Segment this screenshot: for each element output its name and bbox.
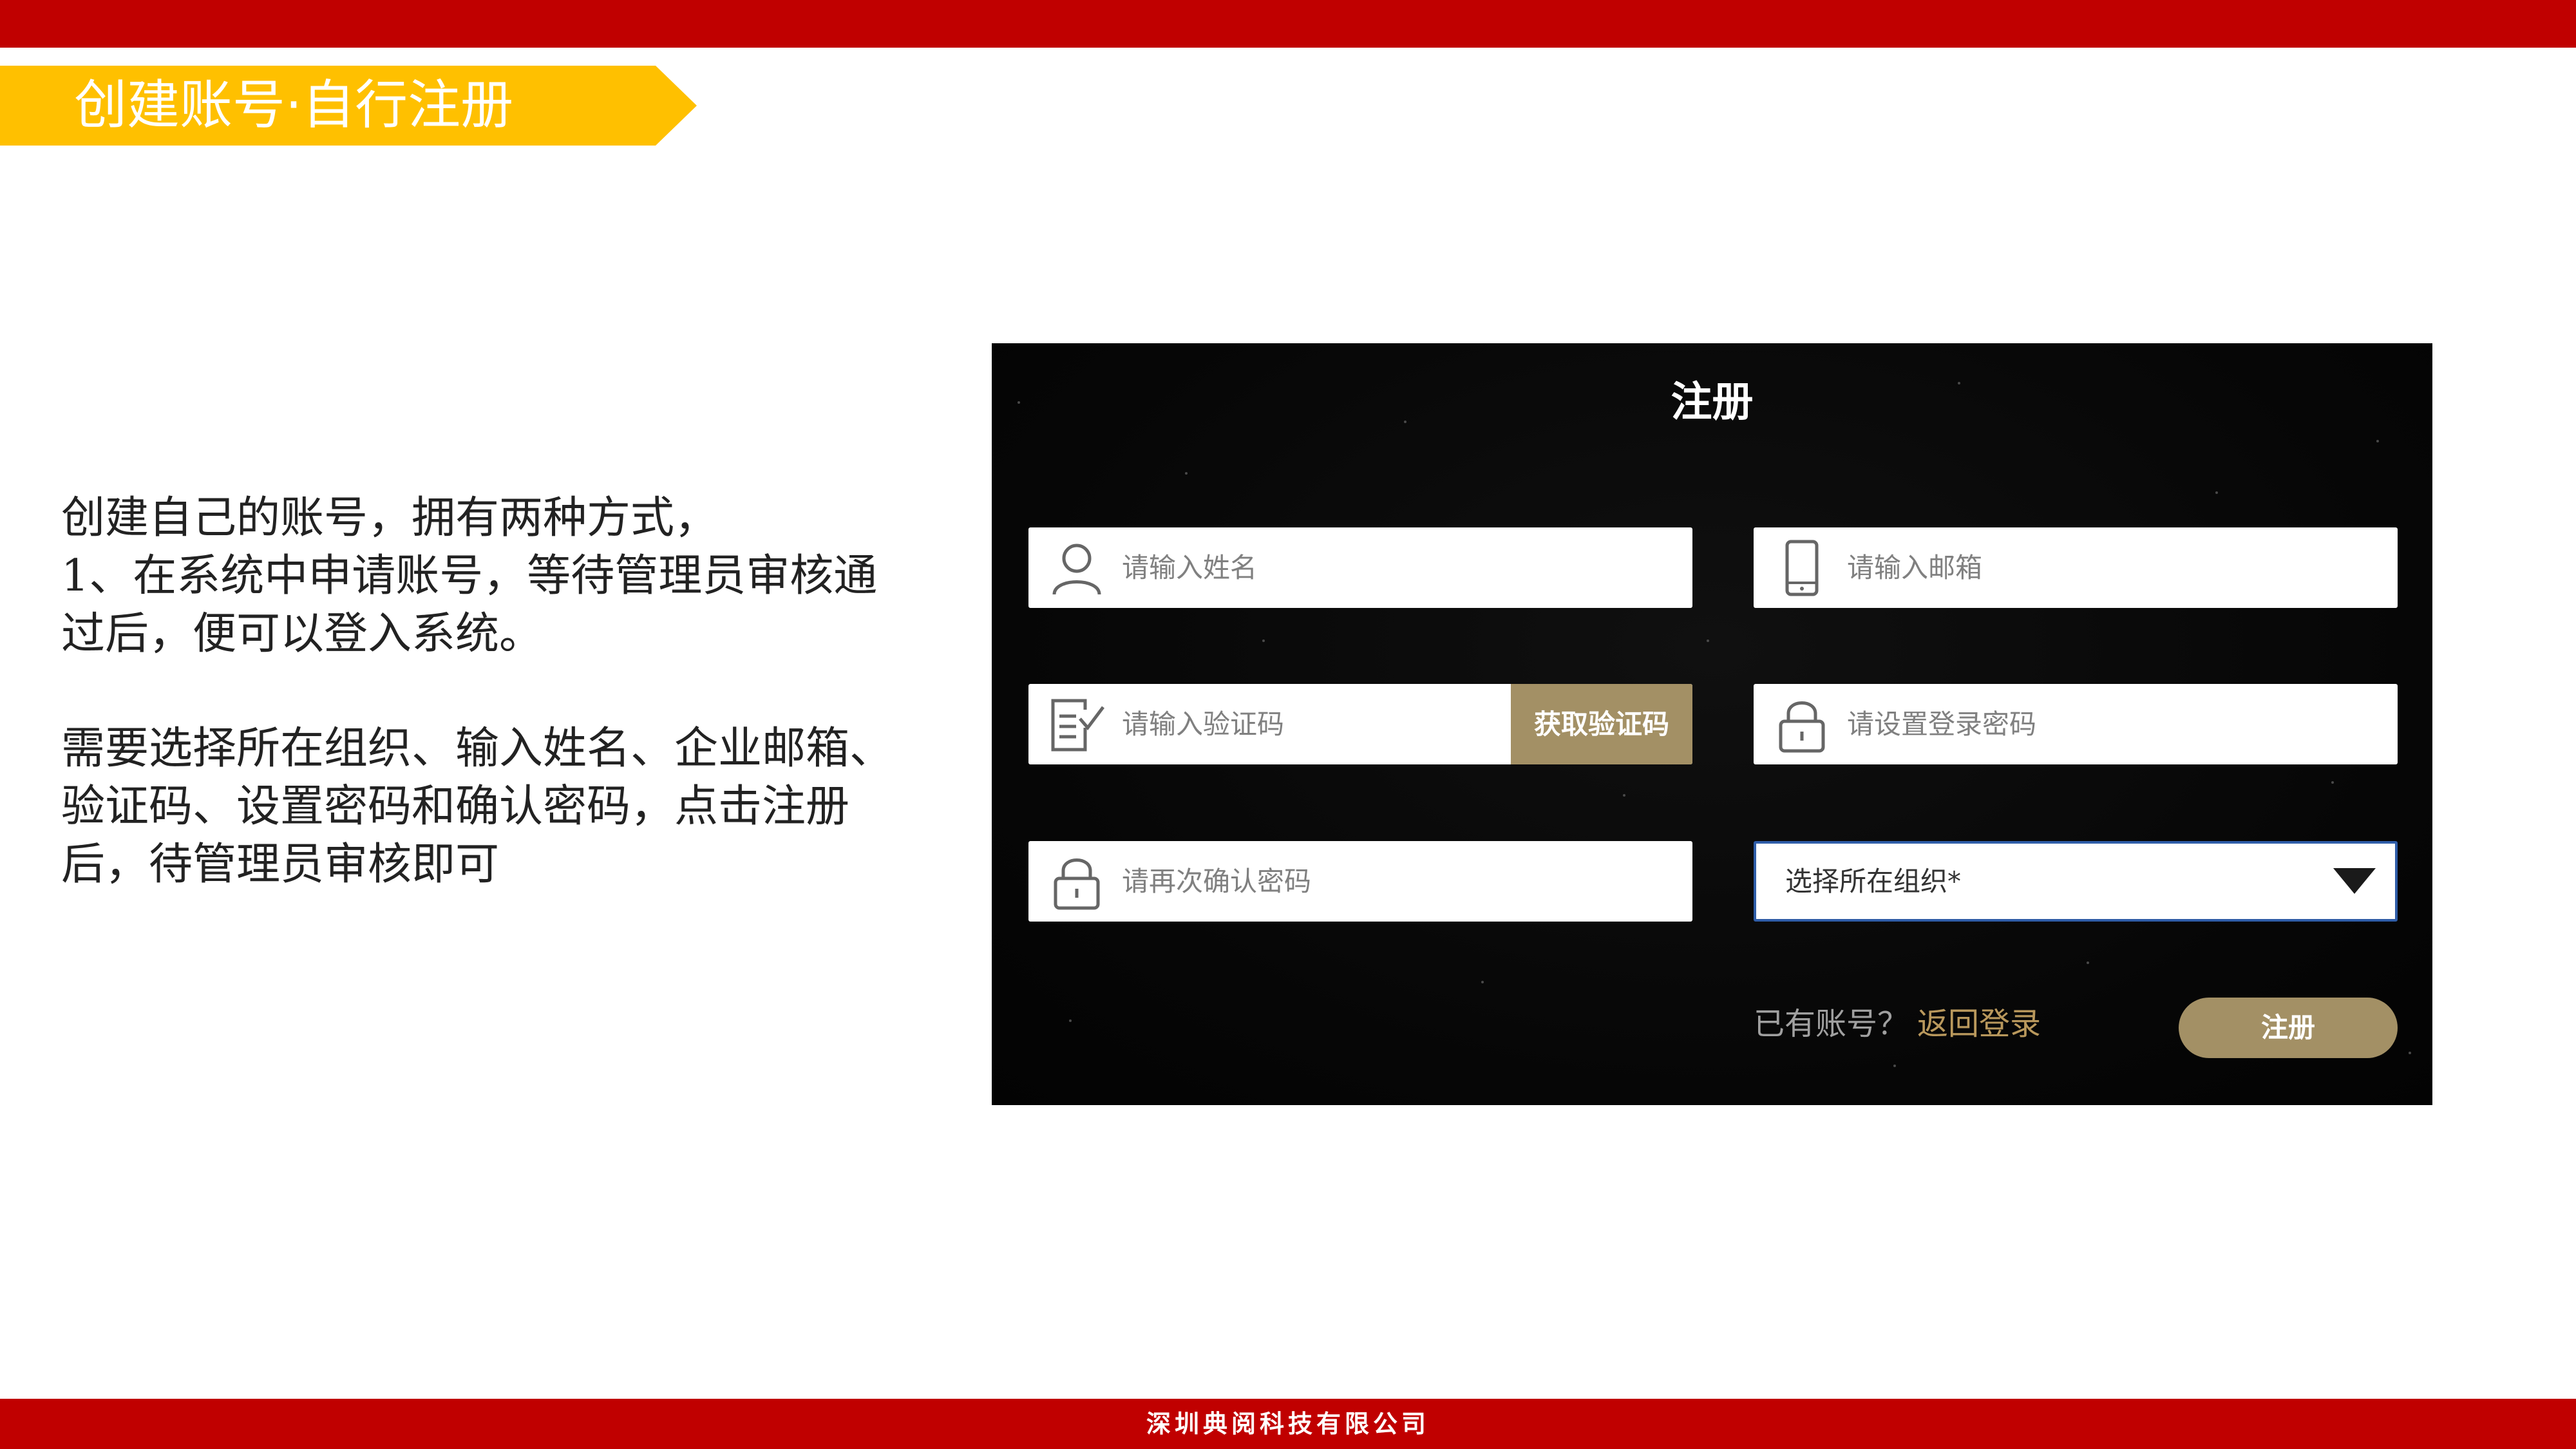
back-to-login-link[interactable]: 返回登录 xyxy=(1917,1006,2041,1042)
slide-title: 创建账号·自行注册 xyxy=(74,75,514,136)
verify-code-field[interactable]: 请输入验证码 获取验证码 xyxy=(1028,684,1692,764)
slide: 创建账号·自行注册 创建自己的账号，拥有两种方式， 1、在系统中申请账号，等待管… xyxy=(0,0,2576,1449)
password-placeholder: 请设置登录密码 xyxy=(1847,708,2037,740)
register-button[interactable]: 注册 xyxy=(2179,998,2398,1058)
register-panel: 注册 请输入姓名 请输入邮箱 请输入验证码 获取验证码 请设置登录密码 请再次确… xyxy=(992,343,2432,1105)
password-field[interactable]: 请设置登录密码 xyxy=(1754,684,2398,764)
confirm-password-placeholder: 请再次确认密码 xyxy=(1122,866,1312,897)
have-account-text: 已有账号？ xyxy=(1754,1006,1909,1042)
phone-icon xyxy=(1785,540,1819,596)
name-placeholder: 请输入姓名 xyxy=(1122,552,1258,583)
login-prompt: 已有账号？ 返回登录 xyxy=(1754,995,2041,1053)
email-placeholder: 请输入邮箱 xyxy=(1847,552,1983,583)
lock-icon xyxy=(1054,858,1100,910)
organization-select-value: 选择所在组织* xyxy=(1785,866,1962,897)
description-paragraph-2: 需要选择所在组织、输入姓名、企业邮箱、验证码、设置密码和确认密码，点击注册后，待… xyxy=(61,723,894,890)
caret-down-icon[interactable] xyxy=(2333,868,2376,894)
lock-icon xyxy=(1779,701,1825,753)
register-title: 注册 xyxy=(1671,379,1754,426)
top-bar xyxy=(0,0,2576,48)
confirm-password-field[interactable]: 请再次确认密码 xyxy=(1028,841,1692,922)
user-icon xyxy=(1052,544,1101,595)
verify-code-placeholder: 请输入验证码 xyxy=(1122,708,1285,740)
get-code-button[interactable]: 获取验证码 xyxy=(1511,684,1692,764)
email-field[interactable]: 请输入邮箱 xyxy=(1754,527,2398,608)
verify-code-icon xyxy=(1051,699,1104,752)
organization-select[interactable]: 选择所在组织* xyxy=(1754,841,2398,922)
name-field[interactable]: 请输入姓名 xyxy=(1028,527,1692,608)
description-paragraph-1: 创建自己的账号，拥有两种方式， 1、在系统中申请账号，等待管理员审核通过后，便可… xyxy=(61,493,878,659)
footer-company: 深圳典阅科技有限公司 xyxy=(1146,1409,1430,1438)
